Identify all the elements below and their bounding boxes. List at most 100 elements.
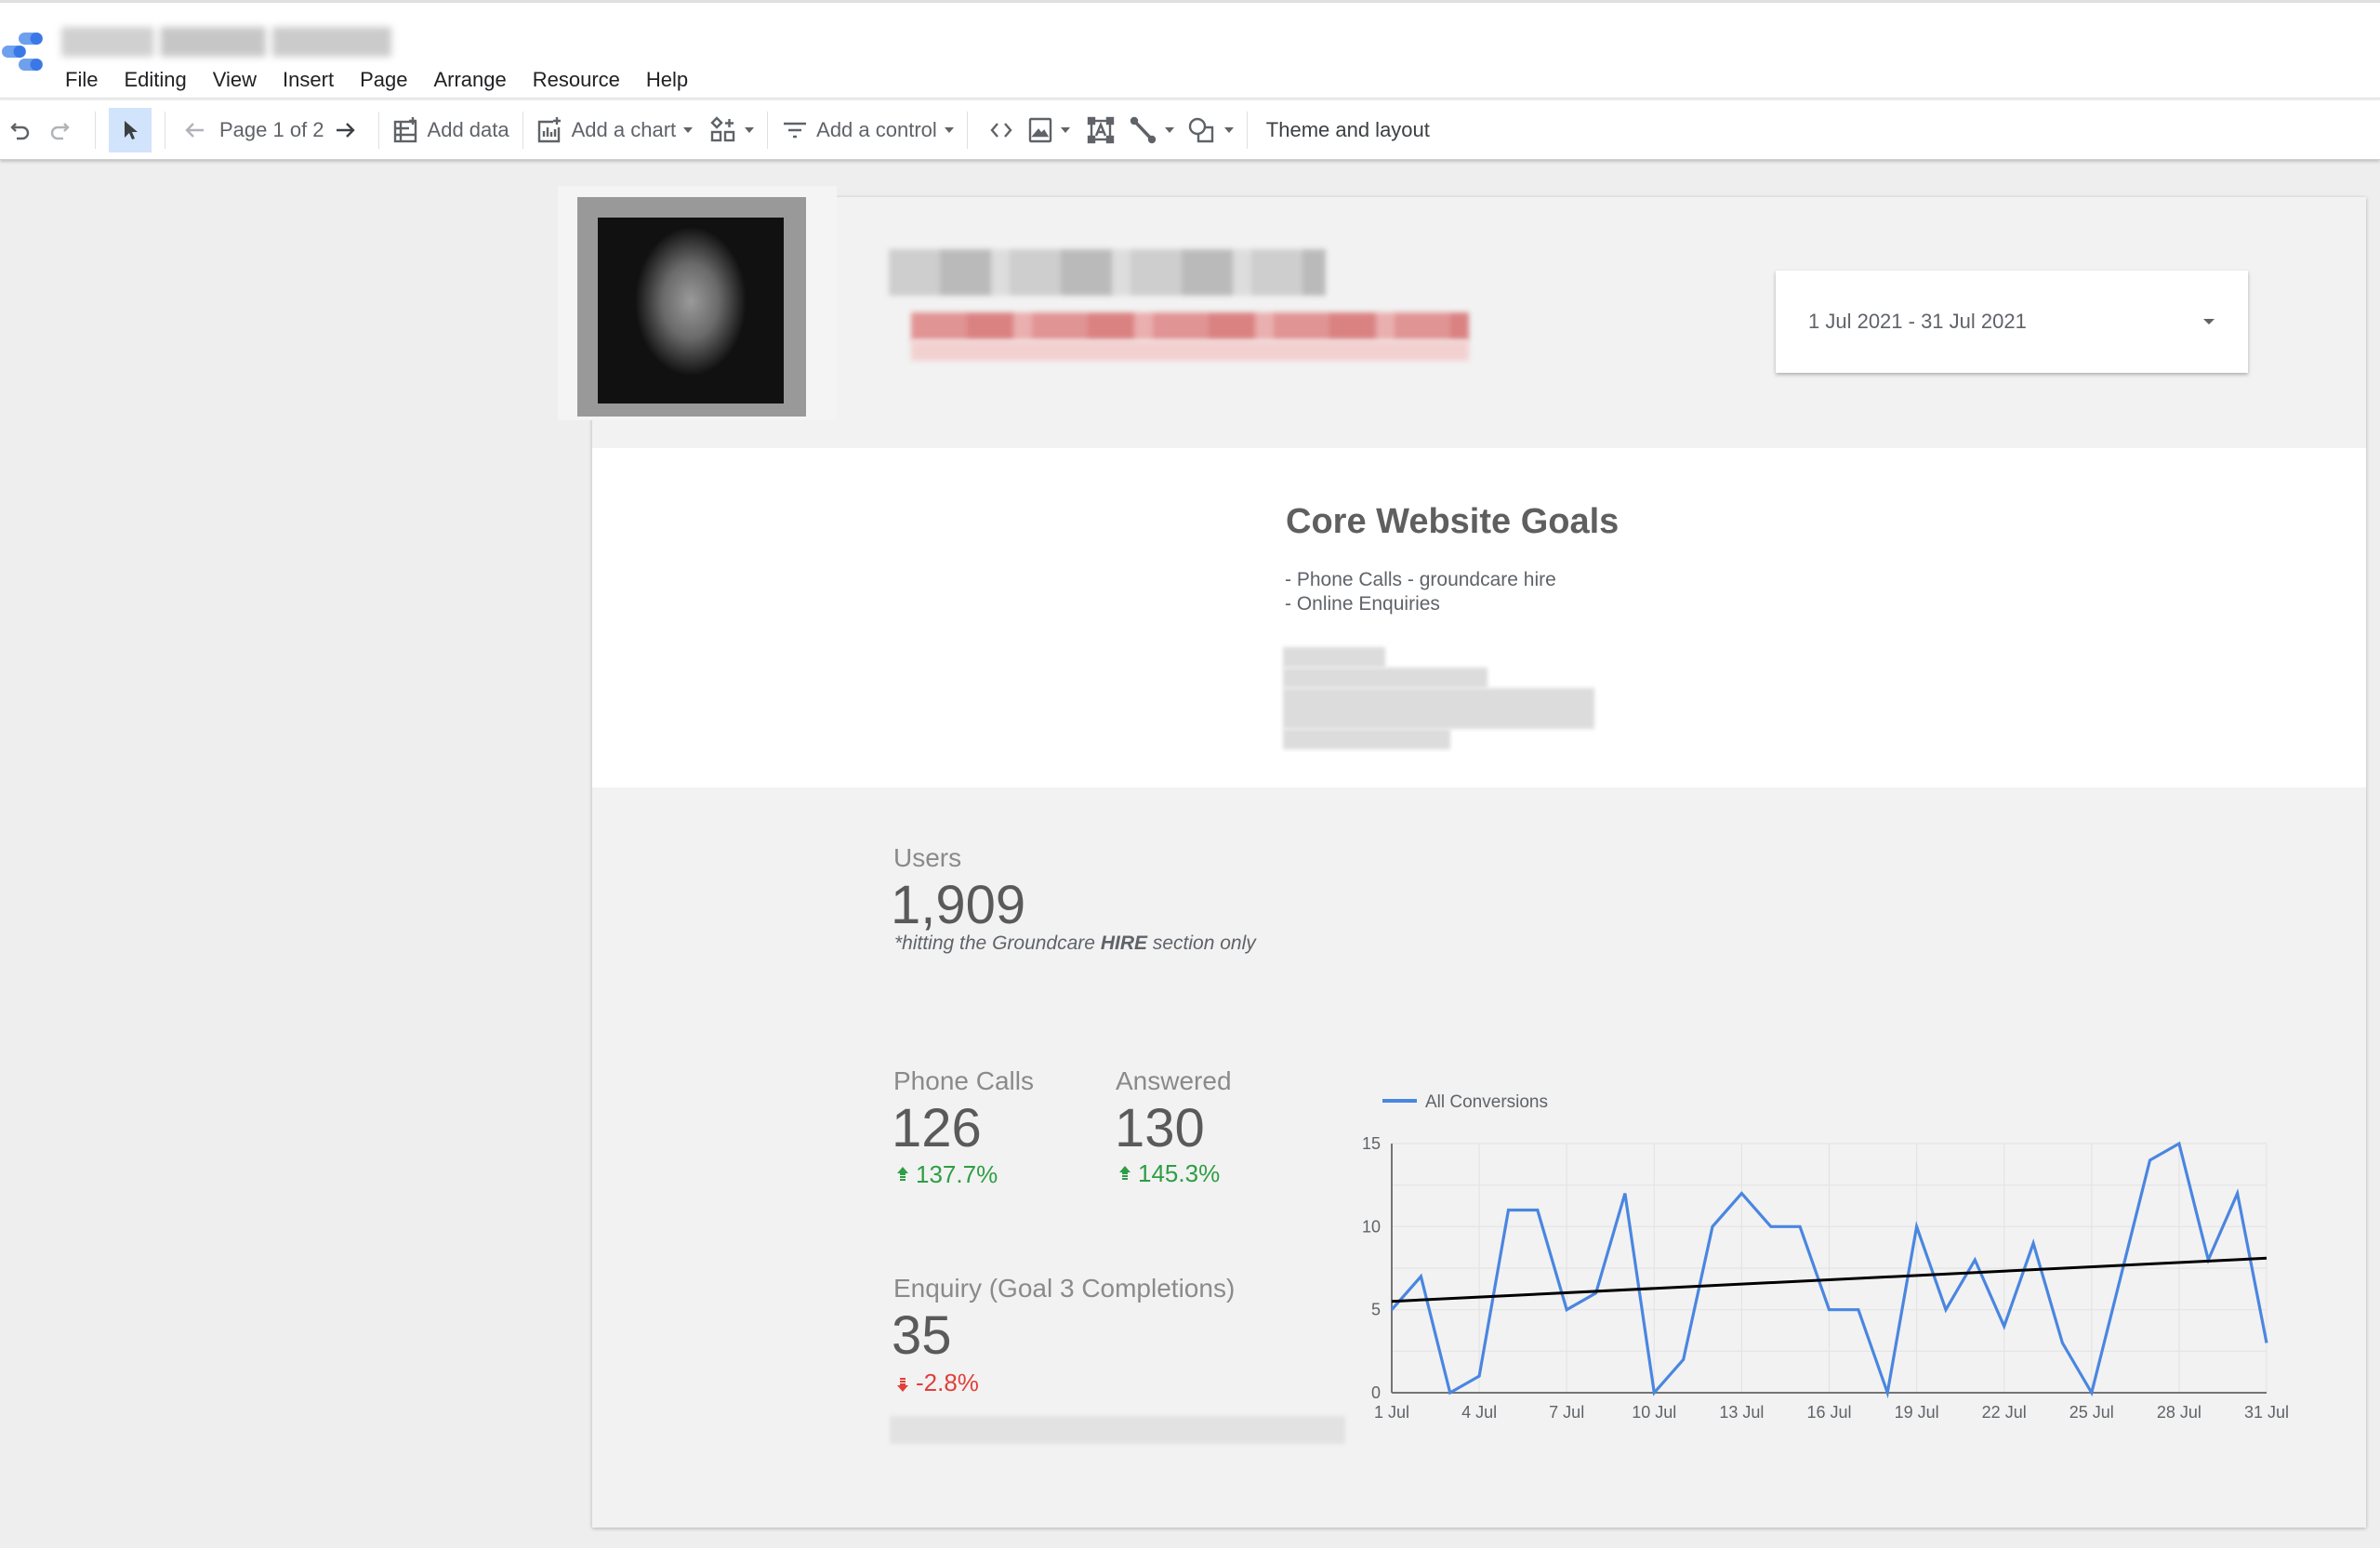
- y-tick-label: 0: [1371, 1383, 1381, 1402]
- data-studio-logo-icon[interactable]: [0, 27, 46, 75]
- website-url-redacted: [911, 312, 1469, 340]
- chevron-down-icon: [683, 127, 693, 133]
- x-tick-label: 10 Jul: [1632, 1403, 1676, 1422]
- phone-calls-delta: 137.7%: [897, 1160, 998, 1189]
- line-icon: [1130, 116, 1157, 144]
- menu-help[interactable]: Help: [646, 66, 701, 94]
- add-data-icon: [392, 116, 420, 144]
- add-chart-icon: [536, 116, 564, 144]
- x-tick-label: 28 Jul: [2157, 1403, 2202, 1422]
- goals-text-redacted: [1283, 628, 1590, 768]
- enquiry-delta: -2.8%: [897, 1369, 979, 1397]
- arrow-up-icon: [1119, 1166, 1130, 1183]
- toolbar: Page 1 of 2 Add data Add a chart Add a c…: [0, 100, 2380, 160]
- report-title-redacted: [889, 249, 1326, 296]
- x-tick-label: 4 Jul: [1461, 1403, 1497, 1422]
- date-range-picker[interactable]: 1 Jul 2021 - 31 Jul 2021: [1776, 271, 2248, 373]
- menu-page[interactable]: Page: [360, 66, 420, 94]
- x-tick-label: 31 Jul: [2244, 1403, 2289, 1422]
- select-tool-button[interactable]: [109, 108, 152, 152]
- toolbar-divider: [522, 112, 523, 149]
- company-logo-redacted: [558, 186, 837, 420]
- chart-grid: [1392, 1144, 2267, 1393]
- undo-button[interactable]: [4, 108, 37, 152]
- x-tick-label: 7 Jul: [1549, 1403, 1584, 1422]
- document-title[interactable]: [61, 27, 391, 57]
- menu-bar: File Editing View Insert Page Arrange Re…: [65, 66, 714, 94]
- toolbar-divider: [95, 112, 96, 149]
- menu-insert[interactable]: Insert: [283, 66, 347, 94]
- toolbar-divider: [378, 112, 379, 149]
- footer-text-redacted: [890, 1416, 1345, 1444]
- users-value: 1,909: [891, 874, 1025, 936]
- menu-view[interactable]: View: [213, 66, 270, 94]
- x-tick-label: 19 Jul: [1895, 1403, 1939, 1422]
- redo-button[interactable]: [37, 108, 82, 152]
- answered-value: 130: [1115, 1097, 1205, 1159]
- answered-label: Answered: [1116, 1066, 1232, 1096]
- x-tick-label: 16 Jul: [1806, 1403, 1851, 1422]
- menu-resource[interactable]: Resource: [533, 66, 633, 94]
- phone-calls-value: 126: [892, 1097, 982, 1159]
- pointer-icon: [120, 118, 140, 142]
- undo-icon: [8, 118, 33, 142]
- add-control-button[interactable]: Add a control: [781, 108, 954, 152]
- app-header: File Editing View Insert Page Arrange Re…: [0, 0, 2380, 99]
- logo-image: [577, 197, 806, 417]
- code-icon: [987, 116, 1015, 144]
- y-tick-label: 15: [1362, 1134, 1381, 1153]
- x-tick-label: 25 Jul: [2069, 1403, 2114, 1422]
- toolbar-divider: [767, 112, 768, 149]
- chevron-down-icon: [2203, 319, 2215, 324]
- y-tick-label: 5: [1371, 1301, 1381, 1319]
- shape-icon: [1187, 116, 1217, 144]
- x-tick-label: 22 Jul: [1982, 1403, 2027, 1422]
- previous-page-button[interactable]: [178, 108, 212, 152]
- arrow-right-icon: [333, 118, 357, 142]
- theme-and-layout-button[interactable]: Theme and layout: [1261, 108, 1430, 152]
- chevron-down-icon: [945, 127, 954, 133]
- image-icon: [1027, 116, 1053, 144]
- menu-file[interactable]: File: [65, 66, 111, 94]
- users-footnote: *hitting the Groundcare HIRE section onl…: [894, 933, 1256, 955]
- goal-item: - Phone Calls - groundcare hire: [1285, 569, 1556, 591]
- filter-icon: [781, 116, 809, 144]
- next-page-button[interactable]: [324, 108, 365, 152]
- redo-icon: [47, 118, 72, 142]
- conversions-line-chart[interactable]: 0 5 10 15 1 Jul 4 Jul 7 Jul 10 Jul 13 Jul 16 Jul…: [1329, 1078, 2361, 1441]
- answered-delta: 145.3%: [1119, 1159, 1220, 1188]
- toolbar-divider: [1247, 112, 1248, 149]
- arrow-left-icon: [183, 118, 207, 142]
- y-tick-label: 10: [1362, 1217, 1381, 1236]
- menu-editing[interactable]: Editing: [124, 66, 199, 94]
- toolbar-divider: [967, 112, 968, 149]
- x-tick-label: 13 Jul: [1719, 1403, 1764, 1422]
- embed-url-button[interactable]: [981, 108, 1022, 152]
- menu-arrange[interactable]: Arrange: [433, 66, 519, 94]
- text-button[interactable]: [1087, 108, 1115, 152]
- chevron-down-icon: [745, 127, 754, 133]
- image-button[interactable]: [1027, 108, 1070, 152]
- arrow-up-icon: [897, 1167, 908, 1184]
- community-visualization-icon: [709, 116, 737, 144]
- y-axis-labels: 0 5 10 15: [1362, 1134, 1381, 1402]
- chart-legend: All Conversions: [1382, 1092, 1548, 1112]
- shape-button[interactable]: [1187, 108, 1234, 152]
- enquiry-value: 35: [892, 1304, 952, 1367]
- page-indicator: Page 1 of 2: [219, 108, 324, 152]
- users-label: Users: [893, 843, 961, 873]
- add-chart-button[interactable]: Add a chart: [536, 108, 694, 152]
- line-button[interactable]: [1130, 108, 1174, 152]
- goals-title: Core Website Goals: [1286, 502, 1619, 542]
- phone-calls-label: Phone Calls: [893, 1066, 1034, 1096]
- add-data-button[interactable]: Add data: [392, 108, 509, 152]
- x-tick-label: 1 Jul: [1374, 1403, 1409, 1422]
- chevron-down-icon: [1061, 127, 1070, 133]
- add-component-button[interactable]: [709, 108, 754, 152]
- chevron-down-icon: [1165, 127, 1174, 133]
- date-range-value: 1 Jul 2021 - 31 Jul 2021: [1808, 310, 2027, 334]
- goal-item: - Online Enquiries: [1285, 593, 1440, 615]
- arrow-down-icon: [897, 1375, 908, 1392]
- text-box-icon: [1087, 116, 1115, 144]
- website-url-underline-redacted: [911, 340, 1469, 361]
